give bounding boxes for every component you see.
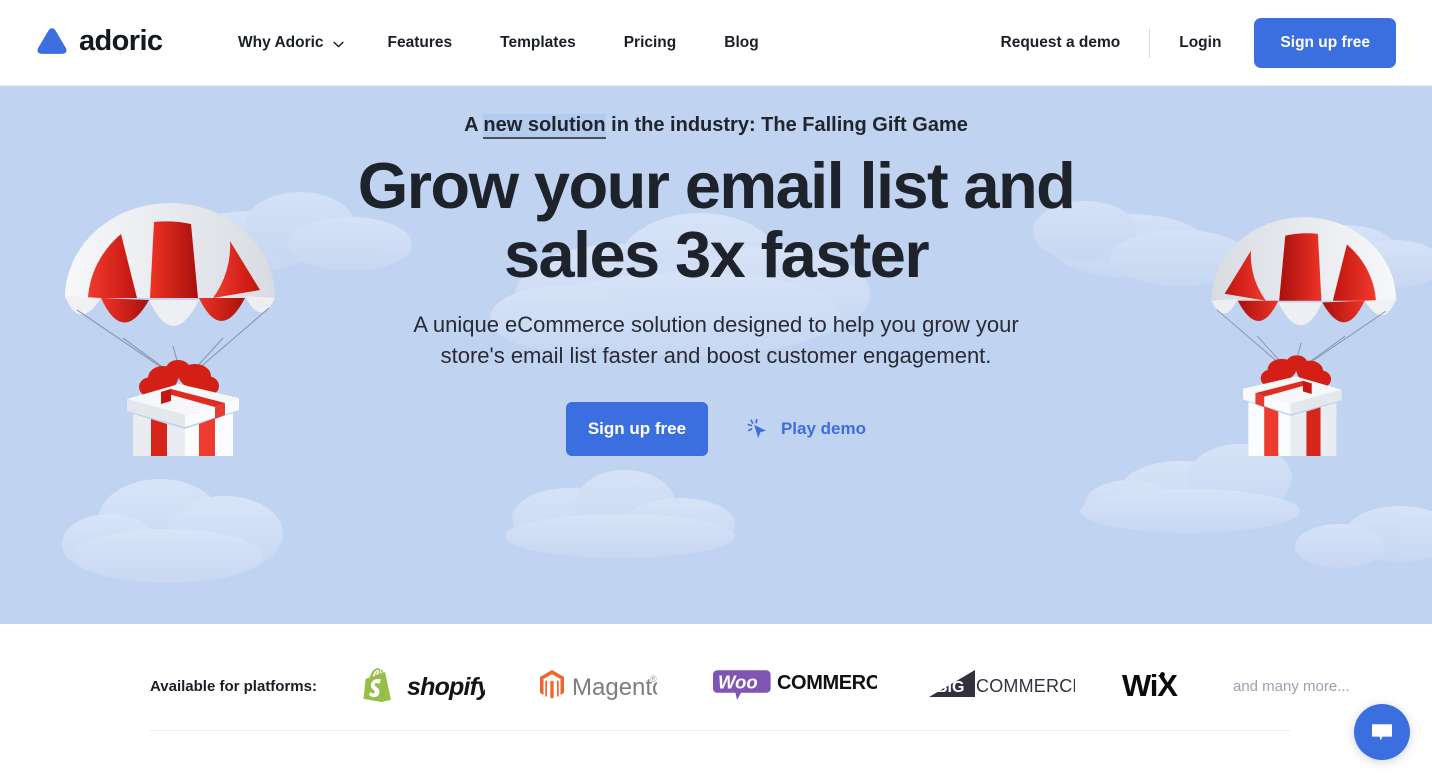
- svg-text:®: ®: [650, 674, 657, 684]
- bigcommerce-logo-icon: BIG COMMERCE: [928, 670, 1075, 697]
- woocommerce-logo[interactable]: Woo COMMERCE: [711, 667, 877, 705]
- wix-logo-icon: WiX: [1122, 668, 1179, 703]
- chevron-down-icon: [332, 41, 344, 47]
- triangle-logo-icon: [37, 28, 67, 54]
- site-header: adoric Why Adoric Features Templates Pri…: [0, 0, 1432, 86]
- wix-logo[interactable]: WiX: [1121, 667, 1201, 705]
- magento-logo-icon: Magento ®: [539, 670, 657, 701]
- cursor-click-icon: [747, 419, 766, 439]
- hero-eyebrow-before: A: [464, 114, 484, 136]
- bigcommerce-logo[interactable]: BIG COMMERCE: [927, 667, 1075, 705]
- svg-text:shopify: shopify: [407, 673, 485, 701]
- nav-item-templates[interactable]: Templates: [500, 34, 576, 52]
- nav-item-pricing[interactable]: Pricing: [624, 34, 677, 52]
- svg-text:Woo: Woo: [718, 672, 758, 693]
- hero-cta-group: Sign up free Play demo: [0, 402, 1432, 457]
- hero-eyebrow-after: in the industry: The Falling Gift Game: [605, 114, 968, 136]
- svg-text:COMMERCE: COMMERCE: [777, 672, 877, 694]
- section-divider: [150, 730, 1290, 731]
- platforms-row: Available for platforms: shopify Magento…: [150, 656, 1350, 716]
- hero-eyebrow-highlight: new solution: [483, 114, 606, 139]
- request-demo-link[interactable]: Request a demo: [1001, 34, 1121, 52]
- hero-subheading-line-2: store's email list faster and boost cust…: [440, 342, 992, 368]
- hero-heading: Grow your email list and sales 3x faster: [0, 149, 1432, 291]
- svg-text:COMMERCE: COMMERCE: [976, 676, 1075, 696]
- speech-bubble-icon: [1372, 724, 1392, 741]
- header-actions: Request a demo Login Sign up free: [1001, 0, 1396, 86]
- logo[interactable]: adoric: [36, 24, 163, 57]
- play-demo-link[interactable]: Play demo: [746, 417, 866, 441]
- hero-heading-line-2: sales 3x faster: [503, 217, 930, 291]
- hero-subheading: A unique eCommerce solution designed to …: [0, 310, 1432, 372]
- main-navigation: Why Adoric Features Templates Pricing Bl…: [238, 0, 759, 86]
- nav-item-label: Features: [387, 34, 453, 51]
- page-root: adoric Why Adoric Features Templates Pri…: [0, 0, 1432, 777]
- shopify-logo[interactable]: shopify: [361, 668, 485, 704]
- platforms-more-text: and many more...: [1232, 677, 1350, 695]
- chat-widget-button[interactable]: [1354, 704, 1410, 760]
- nav-item-blog[interactable]: Blog: [724, 34, 758, 52]
- hero-content: A new solution in the industry: The Fall…: [0, 86, 1432, 457]
- signup-button-header[interactable]: Sign up free: [1254, 18, 1396, 68]
- play-demo-label: Play demo: [780, 419, 867, 439]
- nav-item-features[interactable]: Features: [388, 34, 453, 52]
- login-link[interactable]: Login: [1179, 34, 1221, 52]
- platforms-label: Available for platforms:: [150, 677, 317, 695]
- logo-text: adoric: [79, 24, 163, 57]
- hero-heading-line-1: Grow your email list and: [357, 149, 1076, 222]
- magento-logo[interactable]: Magento ®: [537, 668, 657, 704]
- nav-item-label: Templates: [500, 34, 576, 51]
- woocommerce-logo-icon: Woo COMMERCE: [712, 670, 877, 700]
- nav-item-label: Pricing: [623, 34, 677, 51]
- hero-subheading-line-1: A unique eCommerce solution designed to …: [413, 311, 1019, 337]
- hero-eyebrow: A new solution in the industry: The Fall…: [0, 112, 1432, 139]
- svg-text:BIG: BIG: [936, 679, 964, 696]
- nav-item-why-adoric[interactable]: Why Adoric: [238, 34, 344, 52]
- hero-section: A new solution in the industry: The Fall…: [0, 86, 1432, 624]
- svg-text:Magento: Magento: [572, 674, 657, 701]
- svg-text:WiX: WiX: [1122, 668, 1178, 703]
- header-divider: [1149, 28, 1151, 58]
- shopify-logo-icon: shopify: [363, 668, 485, 703]
- nav-item-label: Blog: [724, 34, 759, 51]
- platforms-section: Available for platforms: shopify Magento…: [0, 624, 1432, 777]
- signup-button-hero[interactable]: Sign up free: [565, 402, 708, 457]
- nav-item-label: Why Adoric: [238, 34, 324, 51]
